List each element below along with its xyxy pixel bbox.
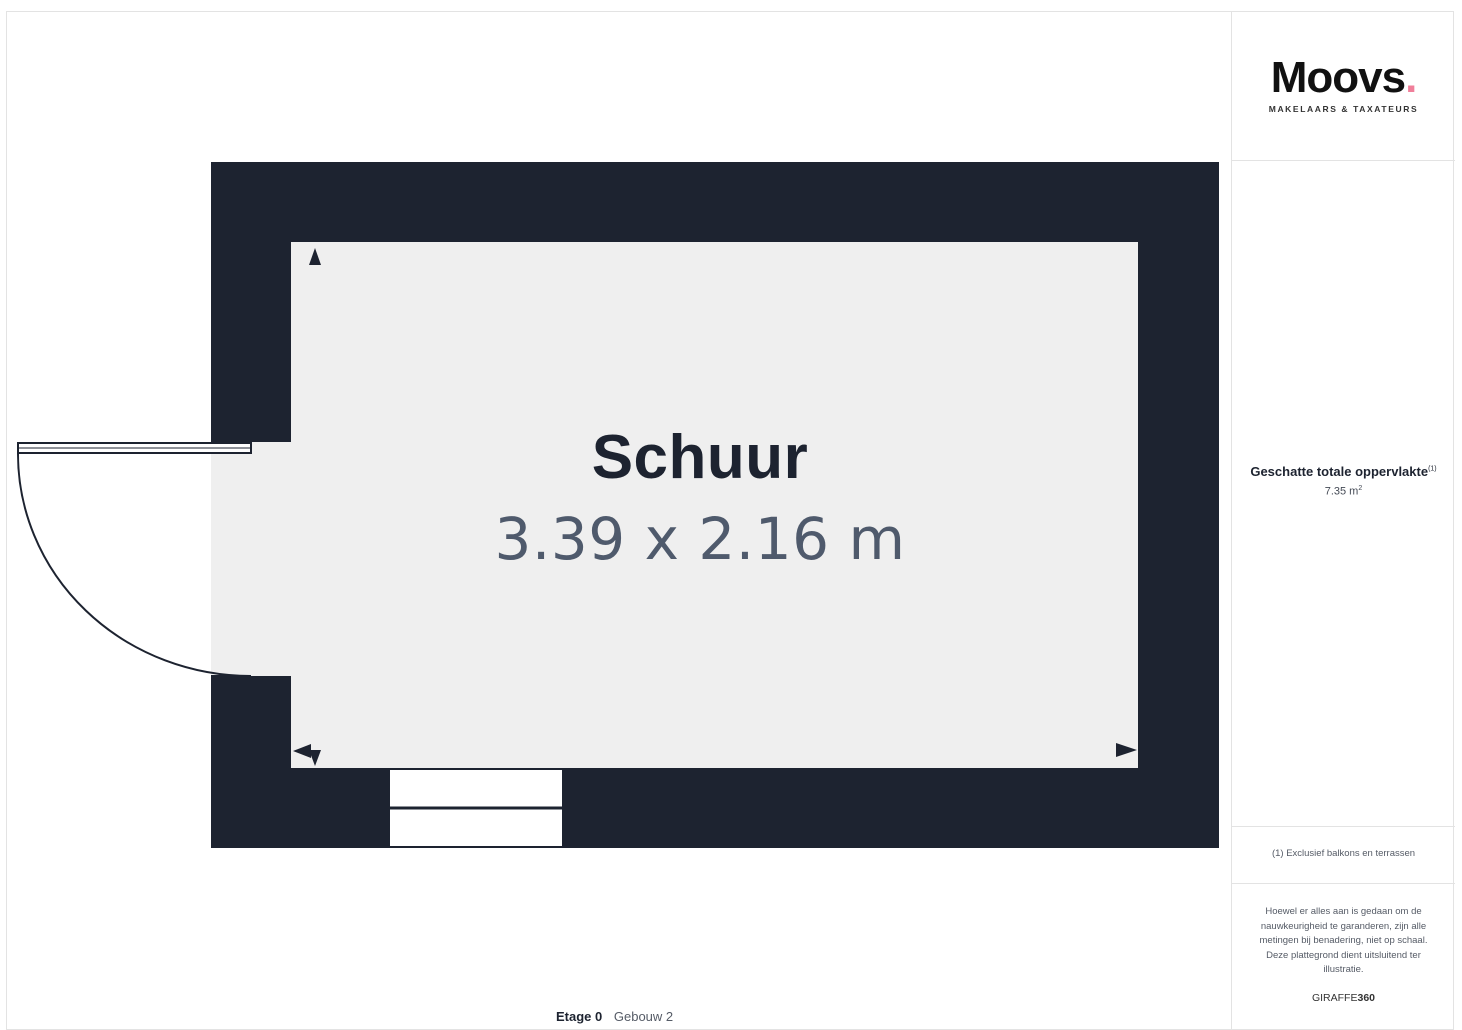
agency-logo: Moovs. MAKELAARS & TAXATEURS bbox=[1232, 52, 1455, 114]
brand-word: GIRAFFE bbox=[1311, 992, 1358, 1004]
area-footnote: (1) Exclusief balkons en terrassen bbox=[1271, 848, 1416, 859]
sidebar-divider bbox=[1232, 883, 1455, 884]
info-sidebar: Moovs. MAKELAARS & TAXATEURS Geschatte t… bbox=[1231, 12, 1455, 1030]
total-area: Geschatte totale oppervlakte(1) 7.35 m2 bbox=[1232, 464, 1455, 498]
floor-label: Etage 0 bbox=[556, 1009, 603, 1024]
building-label: Gebouw 2 bbox=[613, 1009, 674, 1024]
room-dimensions: 3.39 x 2.16 m bbox=[494, 505, 906, 573]
sidebar-divider bbox=[1232, 826, 1455, 827]
brand-number: 360 bbox=[1357, 992, 1376, 1004]
disclaimer-text: Hoewel er alles aan is gedaan om de nauw… bbox=[1259, 906, 1428, 975]
area-title: Geschatte totale oppervlakte bbox=[1250, 464, 1429, 479]
sidebar-divider bbox=[1232, 160, 1455, 161]
logo-wordmark: Moovs bbox=[1270, 53, 1406, 102]
area-value: 7.35 m bbox=[1324, 485, 1359, 498]
door-opening bbox=[211, 442, 291, 676]
window-icon bbox=[390, 770, 562, 846]
logo-tagline: MAKELAARS & TAXATEURS bbox=[1268, 104, 1419, 114]
room-name: Schuur bbox=[591, 423, 809, 492]
logo-dot: . bbox=[1405, 53, 1417, 102]
area-unit-sup: 2 bbox=[1358, 485, 1363, 492]
floor-caption: Etage 0 Gebouw 2 bbox=[556, 1009, 673, 1024]
area-title-note: (1) bbox=[1428, 465, 1437, 473]
giraffe360-brand: GIRAFFE360 bbox=[1232, 992, 1455, 1004]
